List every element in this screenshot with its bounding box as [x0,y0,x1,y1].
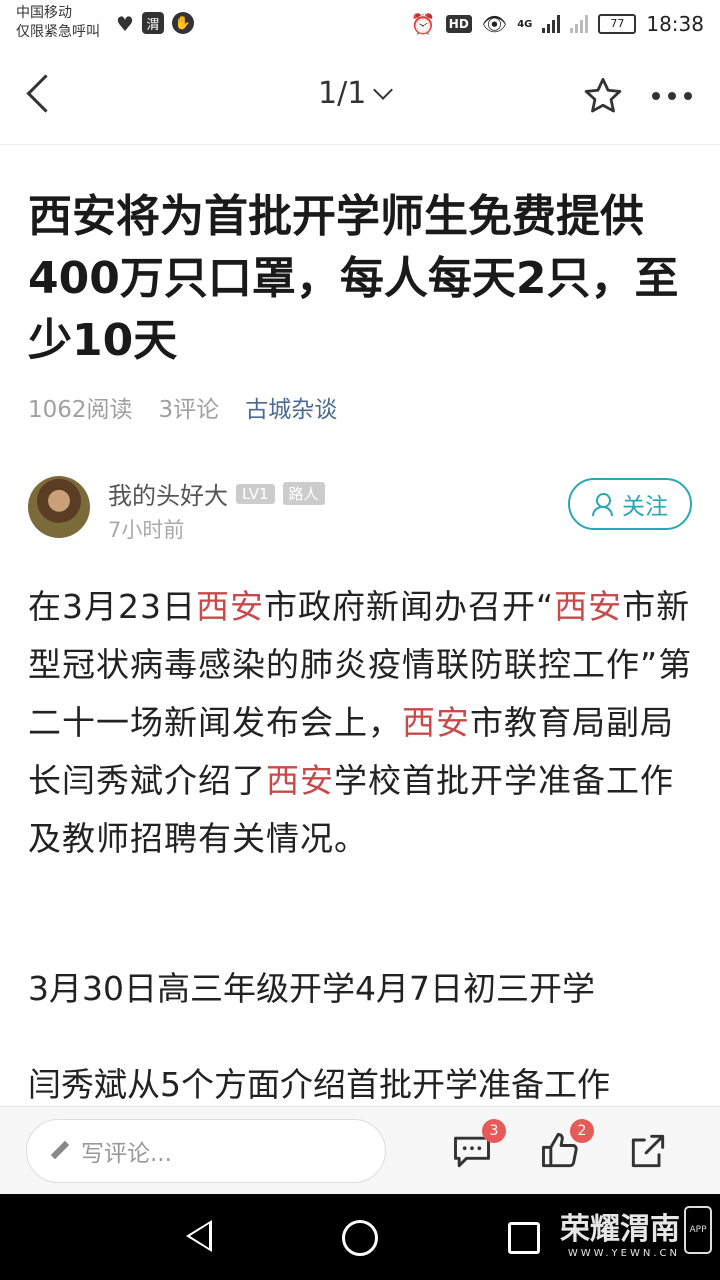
app-notification-icon: 渭 [141,12,164,34]
alarm-icon: ⏰ [410,12,436,36]
comment-input[interactable]: 写评论... [26,1119,386,1183]
keyword-link[interactable]: 西安 [402,703,470,742]
keyword-link[interactable]: 西安 [266,761,334,800]
author-name[interactable]: 我的头好大 [108,476,228,511]
heart-rate-icon: ♥ [116,12,134,36]
bottom-action-bar: 写评论... 3 2 [0,1106,720,1195]
keyword-link[interactable]: 西安 [196,587,264,626]
paragraph-2: 3月30日高三年级开学4月7日初三开学 [28,969,595,1008]
signal-icon-2 [570,15,589,33]
pencil-icon [49,1140,71,1162]
watermark-phone-icon: APP [684,1206,712,1254]
paragraph-3: 闫秀斌从5个方面介绍首批开学准备工作 [28,1065,610,1104]
clock: 18:38 [646,12,704,36]
article-meta: 1062阅读 3评论 古城杂谈 [28,390,337,424]
page-selector[interactable]: 1/1 [318,76,394,111]
system-nav-bar: 荣耀渭南 WWW.YEWN.CN APP [0,1194,720,1280]
like-count-badge: 2 [570,1119,594,1143]
article-title: 西安将为首批开学师生免费提供400万只口罩，每人每天2只，至少10天 [28,191,679,366]
watermark-url: WWW.YEWN.CN [567,1248,680,1259]
level-badge: LV1 [236,483,275,504]
signal-icon [542,15,561,33]
network-type: 4G [517,18,533,30]
carrier-name: 中国移动 [16,5,72,21]
back-button[interactable] [20,70,60,120]
recents-square-icon[interactable] [508,1222,540,1254]
watermark-text: 荣耀渭南 [560,1212,680,1247]
page-indicator: 1/1 [318,76,367,111]
comments-button[interactable]: 3 [450,1119,506,1173]
top-nav: 1/1 [0,50,720,145]
avatar[interactable] [28,476,90,538]
paragraph-1: 在3月23日西安市政府新闻办召开“西安市新型冠状病毒感染的肺炎疫情联防联控工作”… [28,578,694,868]
like-button[interactable]: 2 [538,1119,594,1173]
rank-badge: 路人 [282,482,325,505]
author-row: 我的头好大 LV1 路人 7小时前 关注 [28,474,692,544]
source-link[interactable]: 古城杂谈 [245,390,337,424]
carrier-info: 中国移动 仅限紧急呼叫 [16,4,100,42]
read-count: 1062阅读 [28,397,133,423]
system-status: ⏰ HD 👁 4G 77 18:38 [411,12,704,36]
article-body: 在3月23日西安市政府新闻办召开“西安市新型冠状病毒感染的肺炎疫情联防联控工作”… [28,578,694,868]
chevron-down-icon [373,79,394,100]
share-icon [631,1134,665,1168]
home-circle-icon[interactable] [342,1220,378,1256]
watermark: 荣耀渭南 WWW.YEWN.CN [560,1204,680,1259]
battery-icon: 77 [598,14,637,34]
follow-label: 关注 [622,494,668,520]
text-segment: 市政府新闻办召开“ [264,587,555,626]
add-user-icon [592,493,614,516]
back-triangle-icon[interactable] [186,1220,212,1252]
status-bar: 中国移动 仅限紧急呼叫 ♥ 渭 ✋ ⏰ HD 👁 4G 77 18:38 [0,0,720,50]
comment-count-badge: 3 [482,1119,506,1143]
more-options-icon[interactable] [652,92,692,100]
comment-placeholder: 写评论... [81,1141,172,1167]
author-name-row: 我的头好大 LV1 路人 [108,476,325,511]
hand-icon: ✋ [171,12,194,34]
eye-comfort-icon: 👁 [481,12,508,36]
follow-button[interactable]: 关注 [568,478,692,530]
comment-count: 3评论 [158,397,220,423]
share-button[interactable] [626,1129,670,1173]
post-time: 7小时前 [108,518,185,542]
keyword-link[interactable]: 西安 [554,587,622,626]
notification-icons: ♥ 渭 ✋ [116,12,194,36]
hd-icon: HD [445,15,472,33]
carrier-sub: 仅限紧急呼叫 [16,24,100,40]
text-segment: 在3月23日 [28,587,196,626]
favorite-star-icon[interactable] [582,75,624,117]
